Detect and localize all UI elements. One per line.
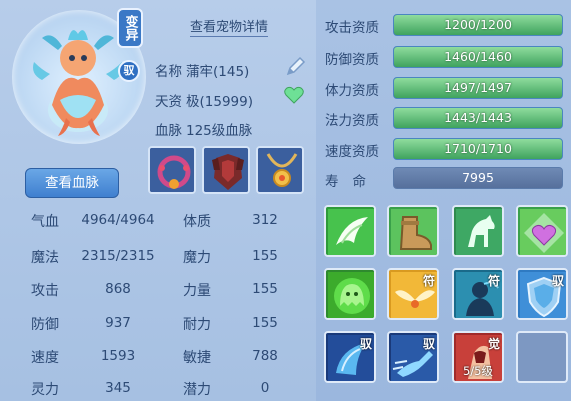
aptitude-label-mana: 法力资质: [325, 113, 379, 129]
boot-icon: [389, 207, 437, 255]
stat-label-spirit: 灵力: [31, 382, 59, 398]
attr-value-potential: 0: [260, 380, 270, 396]
pencil-icon[interactable]: [284, 54, 308, 82]
skill-dash[interactable]: 驭: [387, 331, 439, 383]
pet-bloodline-value: 125级血脉: [186, 123, 253, 139]
attr-label-magic: 魔力: [183, 250, 211, 266]
talisman-tag: 符: [422, 274, 435, 288]
aptitude-bar-speed: 1710/1710: [393, 138, 563, 160]
skill-horse[interactable]: [452, 205, 504, 257]
tame-tag: 驭: [422, 337, 435, 351]
pet-aptitude-row: 天资 极(15999): [155, 90, 253, 110]
skill-angel-wings[interactable]: 符: [387, 268, 439, 320]
stat-label-attack: 攻击: [31, 283, 59, 299]
aptitude-label-speed: 速度资质: [325, 144, 379, 160]
aptitude-bar-attack: 1200/1200: [393, 14, 563, 36]
attr-value-constitution: 312: [252, 212, 278, 228]
aptitude-value-mana: 1443/1443: [444, 110, 512, 125]
aptitude-label-defense: 防御资质: [325, 52, 379, 68]
pet-bloodline-label: 血脉: [155, 123, 182, 139]
aptitude-label-stamina: 体力资质: [325, 83, 379, 99]
skill-shadow[interactable]: 符: [452, 268, 504, 320]
aptitude-bar-mana: 1443/1443: [393, 107, 563, 129]
pet-name-label: 名称: [155, 64, 182, 80]
life-label: 寿命: [325, 174, 380, 190]
skill-heart[interactable]: [516, 205, 568, 257]
aptitude-bar-defense: 1460/1460: [393, 46, 563, 68]
life-value: 7995: [393, 167, 563, 189]
stat-label-mp: 魔法: [31, 250, 59, 266]
skill-slot-empty[interactable]: [516, 331, 568, 383]
skill-shield[interactable]: 驭: [516, 268, 568, 320]
tame-tag: 驭: [551, 274, 564, 288]
tame-tag: 驭: [359, 337, 372, 351]
skill-boot[interactable]: [387, 205, 439, 257]
aptitude-value-attack: 1200/1200: [444, 17, 512, 32]
attr-value-strength: 155: [252, 281, 278, 297]
attr-label-endurance: 耐力: [183, 317, 211, 333]
awaken-level: 5/5级: [462, 364, 493, 378]
talisman-tag: 符: [487, 274, 500, 288]
armor-equipment-icon: [204, 148, 248, 192]
skill-awaken[interactable]: 觉 5/5级: [452, 331, 504, 383]
awaken-tag: 觉: [487, 337, 500, 351]
attr-label-agility: 敏捷: [183, 350, 211, 366]
aptitude-label-attack: 攻击资质: [325, 20, 379, 36]
heart-icon[interactable]: [284, 86, 304, 108]
stat-value-defense: 937: [105, 315, 131, 331]
pet-aptitude-label: 天资: [155, 94, 182, 110]
mutant-badge: 变异: [117, 8, 143, 48]
stat-label-speed: 速度: [31, 350, 59, 366]
heart-shield-icon: [518, 207, 566, 255]
aptitude-bar-stamina: 1497/1497: [393, 77, 563, 99]
stat-label-hp: 气血: [31, 214, 59, 230]
aptitude-value-defense: 1460/1460: [444, 49, 512, 64]
pet-name-row: 名称 蒲牢(145): [155, 60, 249, 80]
amulet-equipment-icon: [258, 148, 302, 192]
stat-value-attack: 868: [105, 281, 131, 297]
attr-value-endurance: 155: [252, 315, 278, 331]
attr-value-magic: 155: [252, 248, 278, 264]
pet-name-value: 蒲牢(145): [186, 64, 250, 80]
view-pet-details-link[interactable]: 查看宠物详情: [190, 16, 269, 37]
skill-ghost[interactable]: [324, 268, 376, 320]
attr-label-constitution: 体质: [183, 214, 211, 230]
aptitude-value-speed: 1710/1710: [444, 141, 512, 156]
white-wing-icon: [326, 207, 374, 255]
stat-label-defense: 防御: [31, 317, 59, 333]
ghost-icon: [326, 270, 374, 318]
stat-value-hp: 4964/4964: [81, 212, 155, 228]
attr-label-strength: 力量: [183, 283, 211, 299]
collar-equipment-icon: [150, 148, 194, 192]
skill-wing[interactable]: [324, 205, 376, 257]
horse-icon: [454, 207, 502, 255]
skill-blue-shield[interactable]: 驭: [324, 331, 376, 383]
aptitude-value-stamina: 1497/1497: [444, 80, 512, 95]
view-bloodline-button[interactable]: 查看血脉: [25, 168, 119, 198]
attr-label-potential: 潜力: [183, 382, 211, 398]
equip-slot-armor[interactable]: [202, 146, 250, 194]
stat-value-spirit: 345: [105, 380, 131, 396]
equip-slot-collar[interactable]: [148, 146, 196, 194]
pet-bloodline-row: 血脉 125级血脉: [155, 119, 252, 139]
stat-value-speed: 1593: [100, 348, 136, 364]
pet-aptitude-value: 极(15999): [186, 94, 253, 110]
stat-value-mp: 2315/2315: [81, 248, 155, 264]
tamed-badge: 驭: [118, 60, 140, 82]
equip-slot-amulet[interactable]: [256, 146, 304, 194]
attr-value-agility: 788: [252, 348, 278, 364]
